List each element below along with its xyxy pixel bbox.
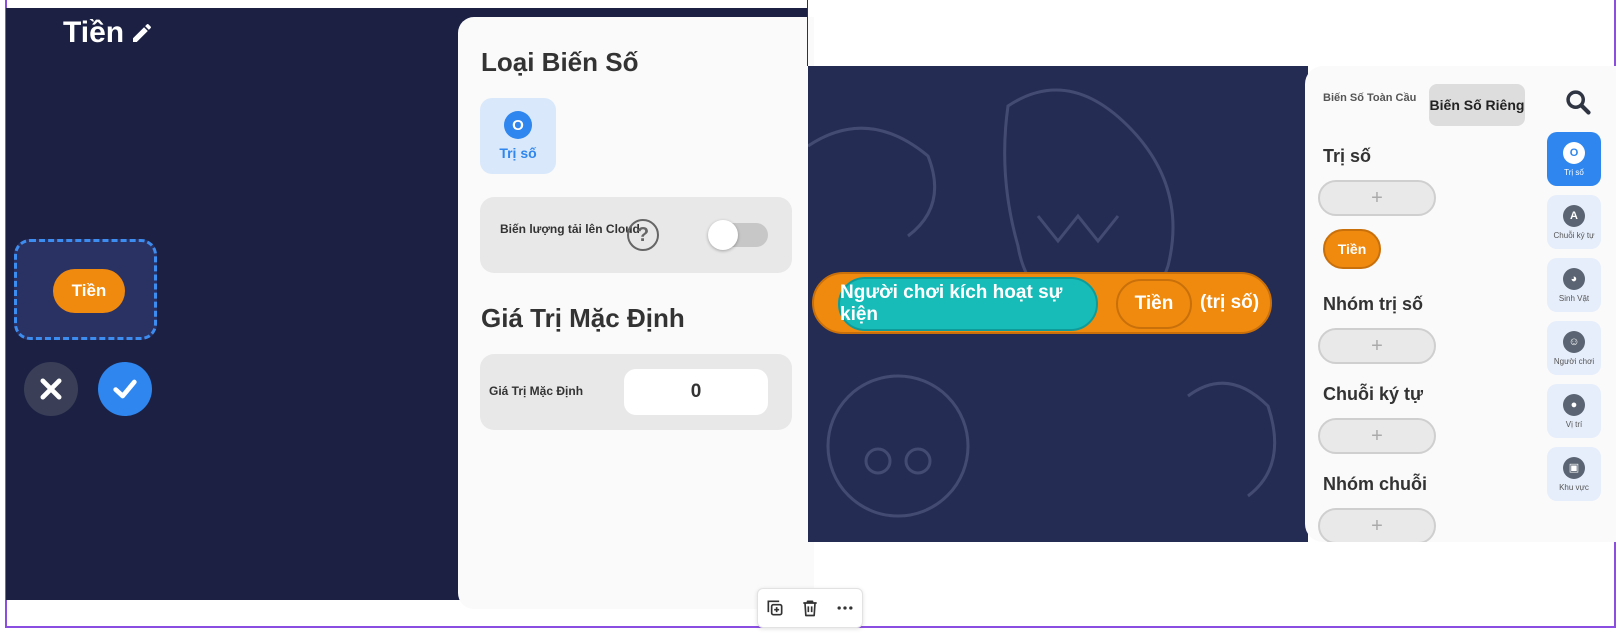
editor-canvas: Tiền Tiền Loại Biến Số O Trị số Biến lượ… bbox=[6, 8, 814, 609]
group-title-number-list: Nhóm trị số bbox=[1323, 294, 1424, 314]
number-type-icon: O bbox=[504, 111, 532, 139]
add-number-button[interactable]: + bbox=[1318, 180, 1436, 216]
group-title-number: Trị số bbox=[1323, 146, 1372, 166]
default-value-row: Giá Trị Mặc Định bbox=[480, 354, 792, 430]
category-number[interactable]: O Trị số bbox=[1547, 132, 1601, 186]
type-option-label: Trị số bbox=[499, 145, 537, 161]
variable-preview-pill[interactable]: Tiền bbox=[53, 269, 125, 313]
help-icon[interactable]: ? bbox=[627, 219, 659, 251]
creature-icon: ◕ bbox=[1563, 267, 1585, 290]
default-value-label: Giá Trị Mặc Định bbox=[489, 384, 584, 398]
variable-preview-box: Tiền bbox=[14, 239, 157, 340]
cancel-button[interactable] bbox=[24, 362, 78, 416]
category-label: Sinh Vật bbox=[1558, 293, 1590, 303]
tab-global-variables[interactable]: Biến Số Toàn Cầu bbox=[1323, 92, 1416, 104]
category-label: Người chơi bbox=[1553, 356, 1595, 366]
variable-type-suffix: (trị số) bbox=[1200, 292, 1260, 313]
cloud-upload-row: Biến lượng tải lên Cloud ? bbox=[480, 197, 792, 273]
default-value-input[interactable] bbox=[624, 369, 768, 415]
confirm-button[interactable] bbox=[98, 362, 152, 416]
duplicate-icon[interactable] bbox=[765, 598, 785, 618]
event-block[interactable]: Người chơi kích hoạt sự kiện Tiền (trị s… bbox=[812, 272, 1272, 334]
category-label: Vị trí bbox=[1565, 419, 1583, 429]
type-option-number[interactable]: O Trị số bbox=[480, 98, 556, 174]
search-icon[interactable] bbox=[1564, 88, 1592, 116]
cloud-upload-toggle[interactable] bbox=[708, 220, 768, 250]
number-icon: O bbox=[1563, 141, 1585, 164]
variable-name: Tiền bbox=[63, 16, 125, 49]
variable-settings-panel: Loại Biến Số O Trị số Biến lượng tải lên… bbox=[458, 17, 814, 609]
type-section-title: Loại Biến Số bbox=[481, 47, 639, 77]
category-label: Chuỗi ký tự bbox=[1553, 230, 1595, 240]
variable-chip[interactable]: Tiền bbox=[1116, 279, 1192, 329]
divider bbox=[807, 0, 808, 66]
area-icon: ▣ bbox=[1563, 456, 1585, 479]
cloud-upload-label: Biến lượng tải lên Cloud bbox=[500, 222, 640, 236]
category-area[interactable]: ▣ Khu vực bbox=[1547, 447, 1601, 501]
string-icon: A bbox=[1563, 204, 1585, 227]
close-icon bbox=[40, 378, 62, 400]
more-icon[interactable] bbox=[835, 598, 855, 618]
category-label: Khu vực bbox=[1559, 482, 1589, 492]
default-section-title: Giá Trị Mặc Định bbox=[481, 303, 685, 333]
category-rail: O Trị số A Chuỗi ký tự ◕ Sinh Vật ☺ Ngườ… bbox=[1540, 66, 1616, 542]
category-string[interactable]: A Chuỗi ký tự bbox=[1547, 195, 1601, 249]
category-label: Trị số bbox=[1564, 167, 1584, 177]
category-creature[interactable]: ◕ Sinh Vật bbox=[1547, 258, 1601, 312]
variable-title[interactable]: Tiền bbox=[63, 16, 154, 50]
category-player[interactable]: ☺ Người chơi bbox=[1547, 321, 1601, 375]
trash-icon[interactable] bbox=[800, 598, 820, 618]
pencil-icon[interactable] bbox=[130, 21, 154, 45]
add-number-list-button[interactable]: + bbox=[1318, 328, 1436, 364]
location-pin-icon: ● bbox=[1563, 393, 1585, 416]
event-chip[interactable]: Người chơi kích hoạt sự kiện bbox=[838, 277, 1098, 331]
add-string-list-button[interactable]: + bbox=[1318, 508, 1436, 542]
toggle-knob bbox=[708, 220, 738, 250]
group-title-string-list: Nhóm chuỗi bbox=[1323, 474, 1427, 494]
bottom-toolbar bbox=[757, 588, 863, 628]
tab-local-variables[interactable]: Biến Số Riêng bbox=[1429, 84, 1525, 126]
group-title-string: Chuỗi ký tự bbox=[1323, 384, 1424, 404]
category-location[interactable]: ● Vị trí bbox=[1547, 384, 1601, 438]
variable-item[interactable]: Tiền bbox=[1323, 229, 1381, 269]
check-icon bbox=[113, 379, 137, 399]
add-string-button[interactable]: + bbox=[1318, 418, 1436, 454]
variable-palette: Biến Số Toàn Cầu Biến Số Riêng Trị số + … bbox=[1305, 66, 1540, 542]
player-icon: ☺ bbox=[1563, 330, 1585, 353]
